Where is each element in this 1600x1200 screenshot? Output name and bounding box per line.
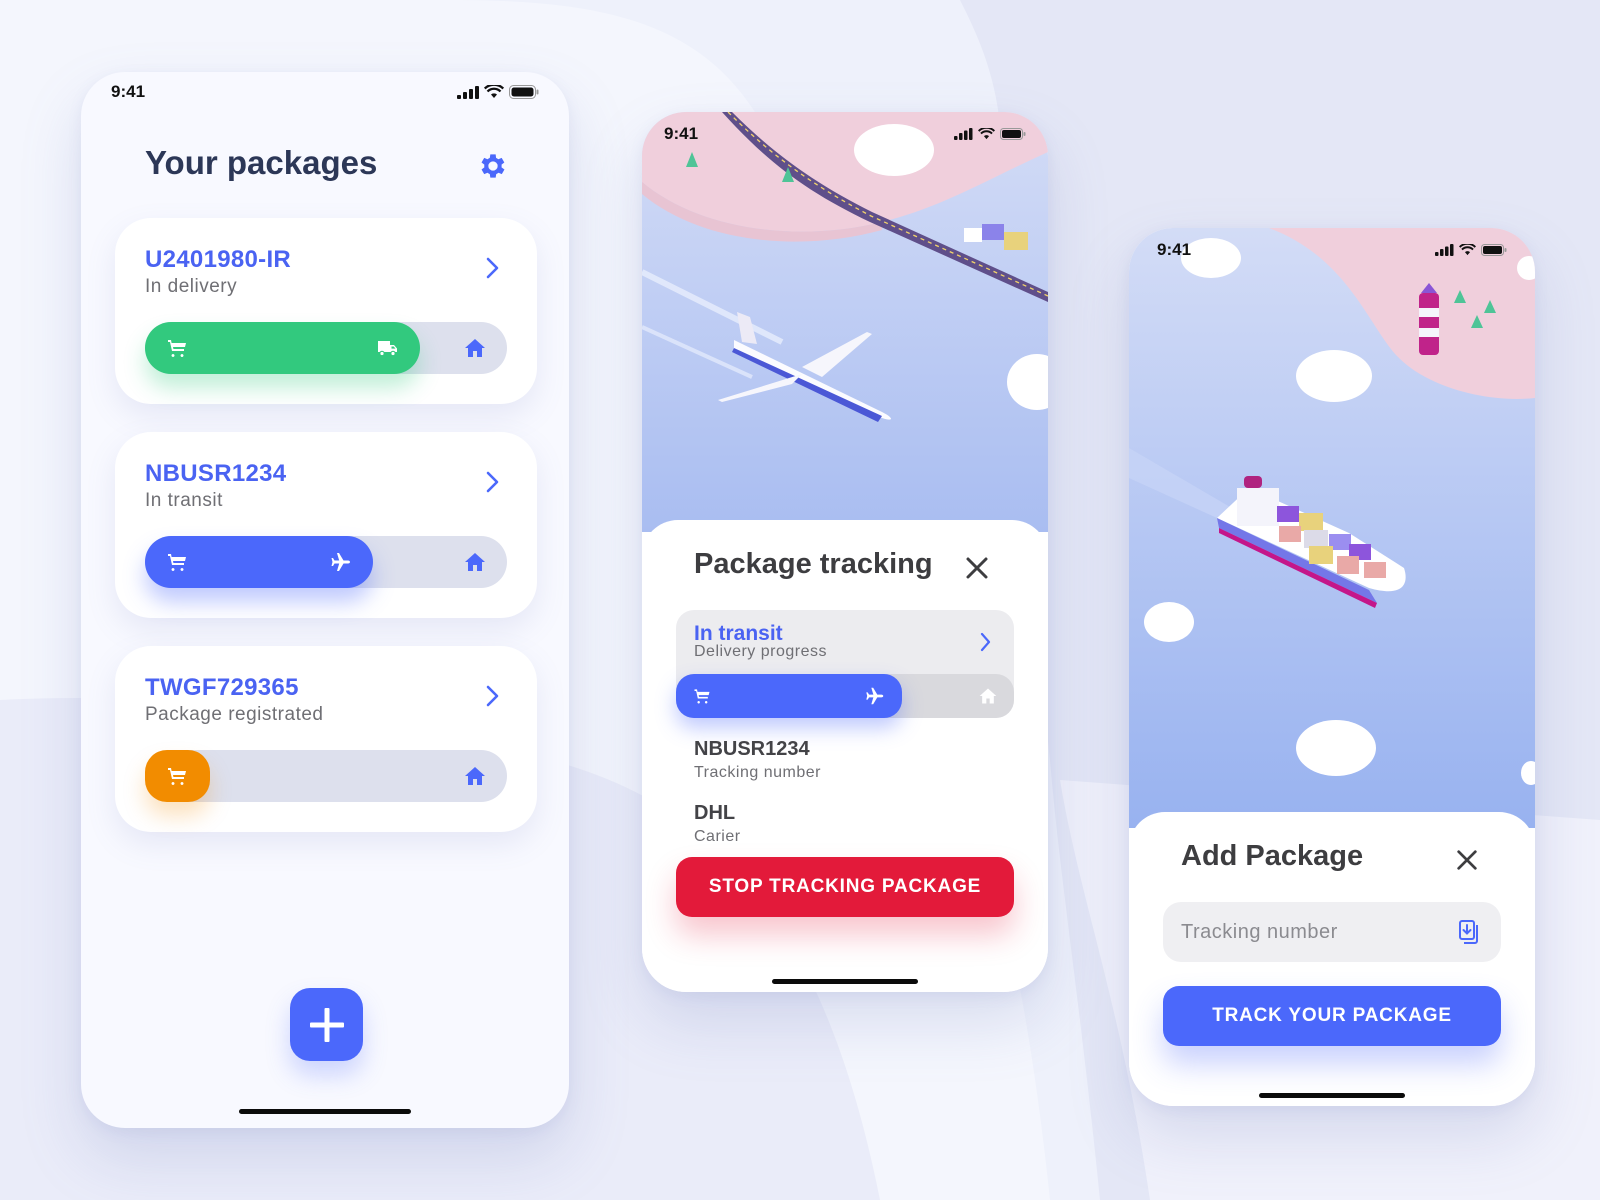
package-id: TWGF729365 (145, 674, 299, 701)
packages-screen: 9:41 Your packages U2401980-IR In delive… (81, 72, 569, 1128)
delivery-status-panel[interactable]: In transit Delivery progress (676, 610, 1014, 718)
chevron-right-icon[interactable] (485, 684, 501, 708)
delivery-progress-bar (145, 536, 507, 588)
chevron-right-icon (980, 632, 991, 652)
progress-fill (676, 674, 902, 718)
ship-illustration (1129, 228, 1535, 828)
stop-tracking-button[interactable]: STOP TRACKING PACKAGE (676, 857, 1014, 917)
cart-icon (168, 340, 186, 357)
tracking-number-input[interactable] (1181, 902, 1451, 962)
status-bar: 9:41 (81, 72, 569, 112)
home-icon (465, 767, 485, 785)
package-tracking-screen: 9:41 Package tracking In transit Deliver… (642, 112, 1048, 992)
add-package-screen: 9:41 Add Package TRACK YOUR PACKAGE (1129, 228, 1535, 1106)
status-bar: 9:41 (1129, 230, 1535, 270)
status-time: 9:41 (111, 82, 146, 101)
home-icon (465, 553, 485, 571)
progress-fill (145, 322, 420, 374)
cellular-signal-icon (1435, 244, 1454, 256)
add-package-button[interactable] (290, 988, 363, 1061)
package-status: In transit (145, 490, 223, 511)
package-status: Package registrated (145, 704, 324, 725)
package-id: NBUSR1234 (145, 460, 287, 487)
gear-icon[interactable] (477, 150, 509, 182)
status-time: 9:41 (1157, 240, 1192, 259)
chevron-right-icon[interactable] (485, 256, 501, 280)
wifi-icon (484, 85, 504, 98)
cart-icon (168, 554, 186, 571)
delivery-progress-bar (676, 674, 1014, 718)
battery-icon (509, 85, 539, 99)
cellular-signal-icon (457, 85, 479, 99)
airplane-illustration (642, 112, 1048, 532)
plus-icon (309, 1007, 344, 1042)
chevron-right-icon[interactable] (485, 470, 501, 494)
package-id: U2401980-IR (145, 246, 292, 273)
add-package-sheet: Add Package TRACK YOUR PACKAGE (1129, 812, 1535, 1106)
close-icon[interactable] (1455, 848, 1479, 872)
package-card[interactable]: NBUSR1234 In transit (115, 432, 537, 618)
battery-icon (1481, 244, 1507, 256)
home-icon (465, 339, 485, 357)
wifi-icon (1459, 244, 1476, 256)
delivery-progress-bar (145, 750, 507, 802)
sheet-title: Package tracking (694, 548, 933, 580)
delivery-progress-bar (145, 322, 507, 374)
package-status: In delivery (145, 276, 238, 297)
tracking-sheet: Package tracking In transit Delivery pro… (642, 520, 1048, 992)
progress-fill (145, 536, 373, 588)
truck-icon (378, 341, 397, 357)
status-bar: 9:41 (642, 114, 1048, 154)
cellular-signal-icon (954, 128, 973, 140)
sheet-title: Add Package (1181, 840, 1364, 872)
package-card[interactable]: TWGF729365 Package registrated (115, 646, 537, 832)
tracking-number-value: NBUSR1234 (694, 738, 810, 760)
page-title: Your packages (145, 144, 378, 181)
cart-icon (168, 768, 186, 785)
progress-fill (145, 750, 210, 802)
tracking-number-label: Tracking number (694, 764, 821, 781)
track-package-button[interactable]: TRACK YOUR PACKAGE (1163, 986, 1501, 1046)
home-indicator (1259, 1093, 1405, 1098)
battery-icon (1000, 128, 1026, 140)
home-indicator (772, 979, 918, 984)
home-icon (979, 688, 997, 704)
status-time: 9:41 (664, 124, 699, 143)
home-indicator (239, 1109, 411, 1114)
carrier-label: Carier (694, 828, 741, 845)
delivery-status-label: Delivery progress (694, 643, 827, 660)
tracking-number-field[interactable] (1163, 902, 1501, 962)
paste-icon[interactable] (1457, 919, 1481, 945)
carrier-value: DHL (694, 802, 736, 824)
close-icon[interactable] (964, 555, 990, 581)
wifi-icon (978, 128, 995, 140)
cart-icon (694, 689, 710, 704)
airplane-icon (866, 687, 884, 705)
package-card[interactable]: U2401980-IR In delivery (115, 218, 537, 404)
airplane-icon (331, 553, 350, 571)
